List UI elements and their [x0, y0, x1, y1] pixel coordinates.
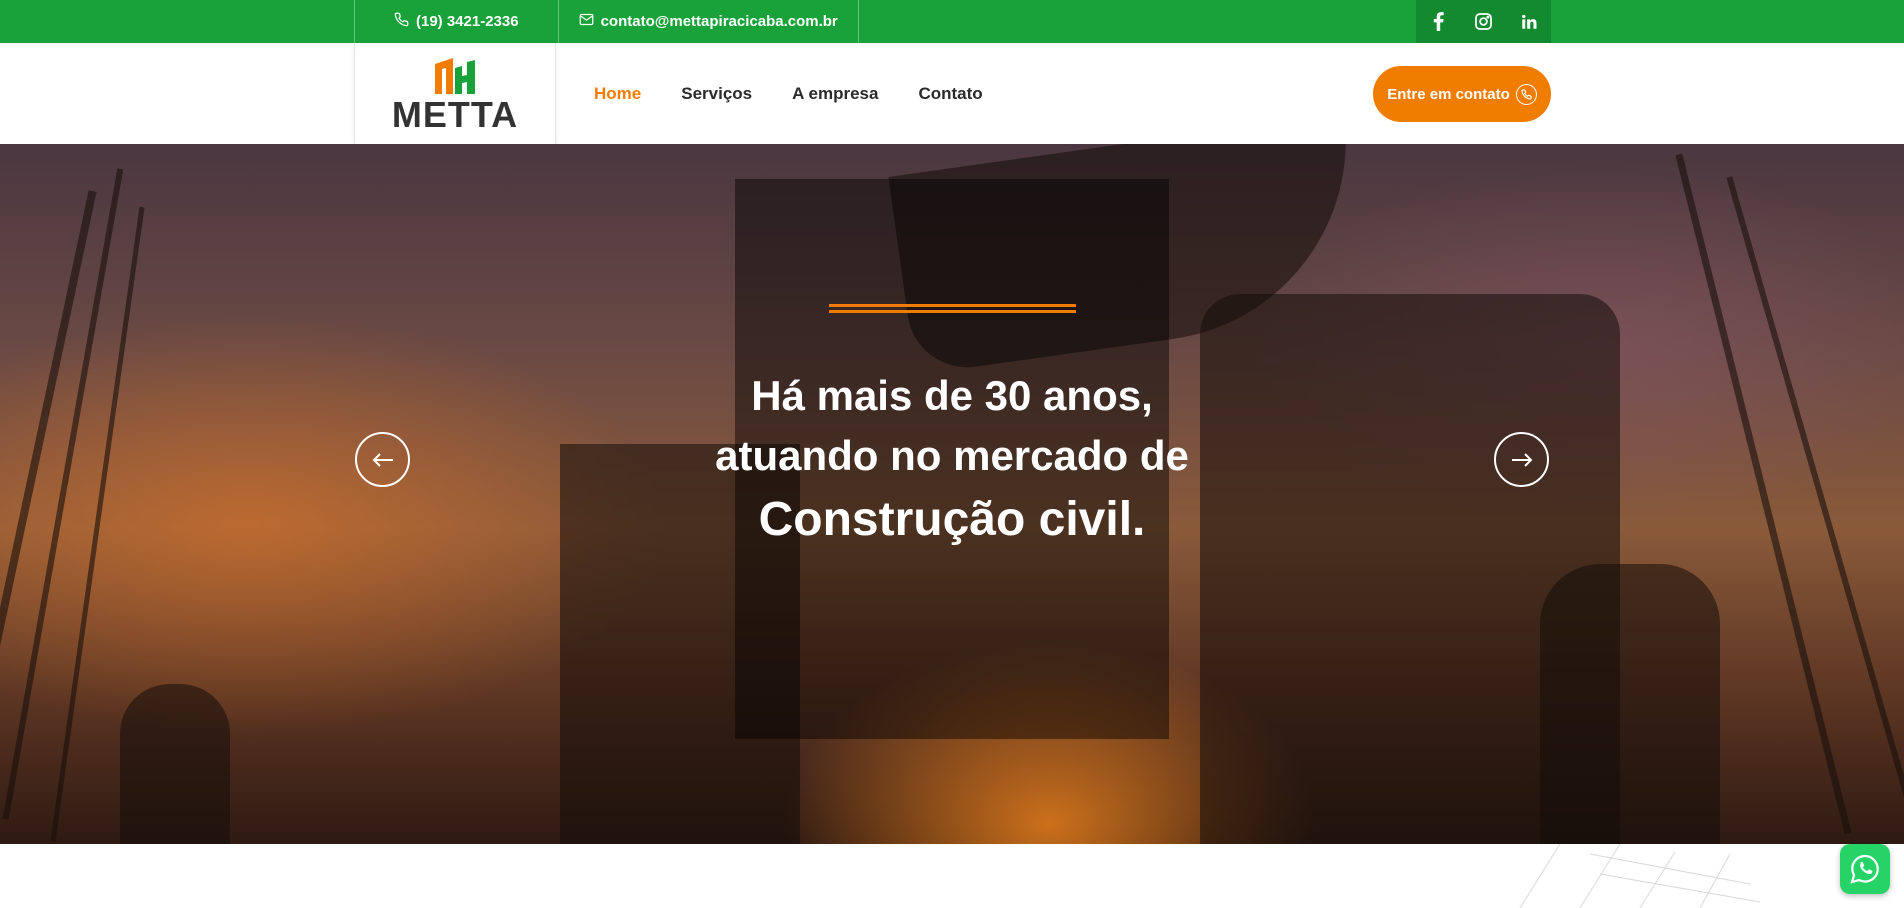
bg-rebar [1726, 176, 1904, 832]
hero-accent-divider [829, 304, 1076, 316]
nav-home[interactable]: Home [594, 84, 641, 104]
mail-icon [579, 13, 594, 30]
hero-headline: Há mais de 30 anos, atuando no mercado d… [652, 366, 1252, 554]
whatsapp-button[interactable] [1840, 844, 1890, 894]
linkedin-icon[interactable] [1506, 0, 1551, 43]
top-email-link[interactable]: contato@mettapiracicaba.com.br [557, 0, 859, 43]
social-links [1416, 0, 1551, 43]
nav-company[interactable]: A empresa [792, 84, 878, 104]
top-phone-text: (19) 3421-2336 [416, 13, 519, 30]
slider-next-button[interactable] [1494, 432, 1549, 487]
bg-worker [1540, 564, 1720, 844]
cta-label: Entre em contato [1387, 85, 1510, 103]
top-phone-link[interactable]: (19) 3421-2336 [354, 0, 558, 43]
bg-rebar [2, 168, 124, 820]
contact-cta-button[interactable]: Entre em contato [1373, 66, 1551, 122]
facebook-icon[interactable] [1416, 0, 1461, 43]
nav-services[interactable]: Serviços [681, 84, 752, 104]
bg-worker [120, 684, 230, 844]
arrow-right-icon [1511, 452, 1532, 467]
hero-line-3: Construção civil. [758, 493, 1146, 546]
phone-icon [1515, 83, 1537, 105]
hero-line-2: atuando no mercado de [715, 432, 1189, 479]
slider-prev-button[interactable] [355, 432, 410, 487]
nav-contact[interactable]: Contato [918, 84, 982, 104]
logo-text: METTA [391, 93, 519, 135]
logo[interactable]: METTA [354, 43, 556, 144]
instagram-icon[interactable] [1461, 0, 1506, 43]
hero-line-1: Há mais de 30 anos, [751, 372, 1153, 419]
whatsapp-icon [1850, 854, 1879, 884]
top-email-text: contato@mettapiracicaba.com.br [600, 13, 838, 30]
site-header: METTA Home Serviços A empresa Contato En… [0, 43, 1904, 144]
top-contact-bar: (19) 3421-2336 contato@mettapiracicaba.c… [0, 0, 1904, 43]
phone-icon [394, 12, 409, 31]
hero-slider: Há mais de 30 anos, atuando no mercado d… [0, 144, 1904, 844]
logo-mark-icon [435, 57, 475, 94]
arrow-left-icon [372, 452, 393, 467]
bg-rebar [0, 190, 97, 838]
main-nav: Home Serviços A empresa Contato [594, 43, 983, 144]
